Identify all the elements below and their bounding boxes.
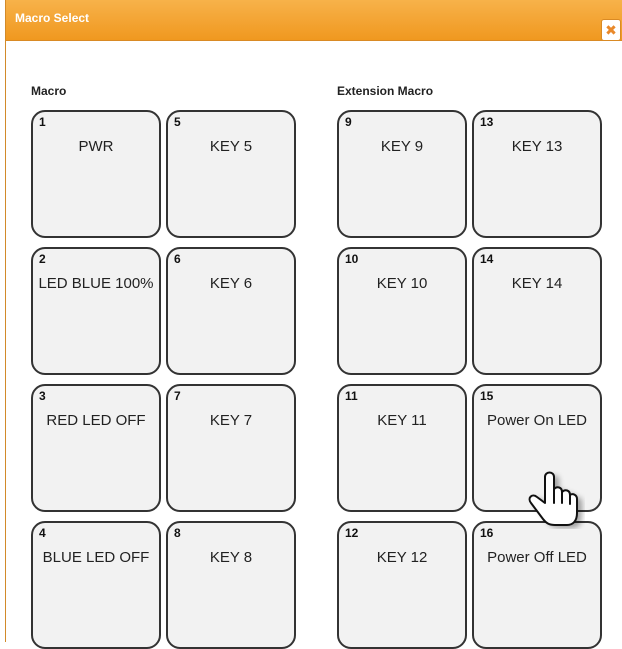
macro-button-15[interactable]: 15 Power On LED	[472, 384, 602, 512]
macro-number: 7	[174, 389, 181, 403]
macro-button-13[interactable]: 13 KEY 13	[472, 110, 602, 238]
macro-number: 12	[345, 526, 359, 540]
macro-name: LED BLUE 100%	[38, 275, 154, 292]
macro-button-16[interactable]: 16 Power Off LED	[472, 521, 602, 649]
macro-button-1[interactable]: 1 PWR	[31, 110, 161, 238]
dialog-title: Macro Select	[15, 11, 90, 25]
macro-number: 2	[39, 252, 46, 266]
macro-button-4[interactable]: 4 BLUE LED OFF	[31, 521, 161, 649]
extension-macro-section-label: Extension Macro	[337, 84, 434, 98]
macro-button-7[interactable]: 7 KEY 7	[166, 384, 296, 512]
close-icon[interactable]: ✖	[601, 19, 621, 41]
macro-button-14[interactable]: 14 KEY 14	[472, 247, 602, 375]
macro-button-3[interactable]: 3 RED LED OFF	[31, 384, 161, 512]
macro-name: KEY 14	[511, 275, 563, 292]
macro-number: 13	[480, 115, 494, 129]
macro-number: 6	[174, 252, 181, 266]
macro-number: 11	[345, 389, 358, 403]
macro-number: 15	[480, 389, 494, 403]
macro-name: KEY 9	[380, 138, 424, 155]
macro-button-8[interactable]: 8 KEY 8	[166, 521, 296, 649]
macro-name: PWR	[78, 138, 114, 155]
macro-number: 8	[174, 526, 181, 540]
macro-number: 3	[39, 389, 46, 403]
macro-button-10[interactable]: 10 KEY 10	[337, 247, 467, 375]
macro-name: KEY 6	[209, 275, 253, 292]
dialog-titlebar[interactable]: Macro Select ✖	[6, 0, 622, 41]
macro-button-6[interactable]: 6 KEY 6	[166, 247, 296, 375]
macro-button-9[interactable]: 9 KEY 9	[337, 110, 467, 238]
macro-name: KEY 13	[511, 138, 563, 155]
macro-number: 9	[345, 115, 352, 129]
macro-button-12[interactable]: 12 KEY 12	[337, 521, 467, 649]
macro-name: KEY 7	[209, 412, 253, 429]
macro-number: 10	[345, 252, 359, 266]
macro-name: BLUE LED OFF	[42, 549, 150, 566]
macro-button-2[interactable]: 2 LED BLUE 100%	[31, 247, 161, 375]
macro-name: Power On LED	[486, 412, 588, 429]
macro-section-label: Macro	[31, 84, 67, 98]
macro-name: RED LED OFF	[46, 412, 146, 429]
macro-number: 4	[39, 526, 46, 540]
macro-name: KEY 8	[209, 549, 253, 566]
macro-button-11[interactable]: 11 KEY 11	[337, 384, 467, 512]
macro-name: KEY 11	[377, 412, 427, 429]
macro-name: KEY 12	[376, 549, 428, 566]
macro-name: Power Off LED	[487, 549, 587, 566]
macro-number: 14	[480, 252, 494, 266]
macro-name: KEY 5	[209, 138, 253, 155]
macro-number: 16	[480, 526, 494, 540]
macro-number: 1	[39, 115, 46, 129]
macro-button-5[interactable]: 5 KEY 5	[166, 110, 296, 238]
macro-number: 5	[174, 115, 181, 129]
macro-name: KEY 10	[376, 275, 428, 292]
